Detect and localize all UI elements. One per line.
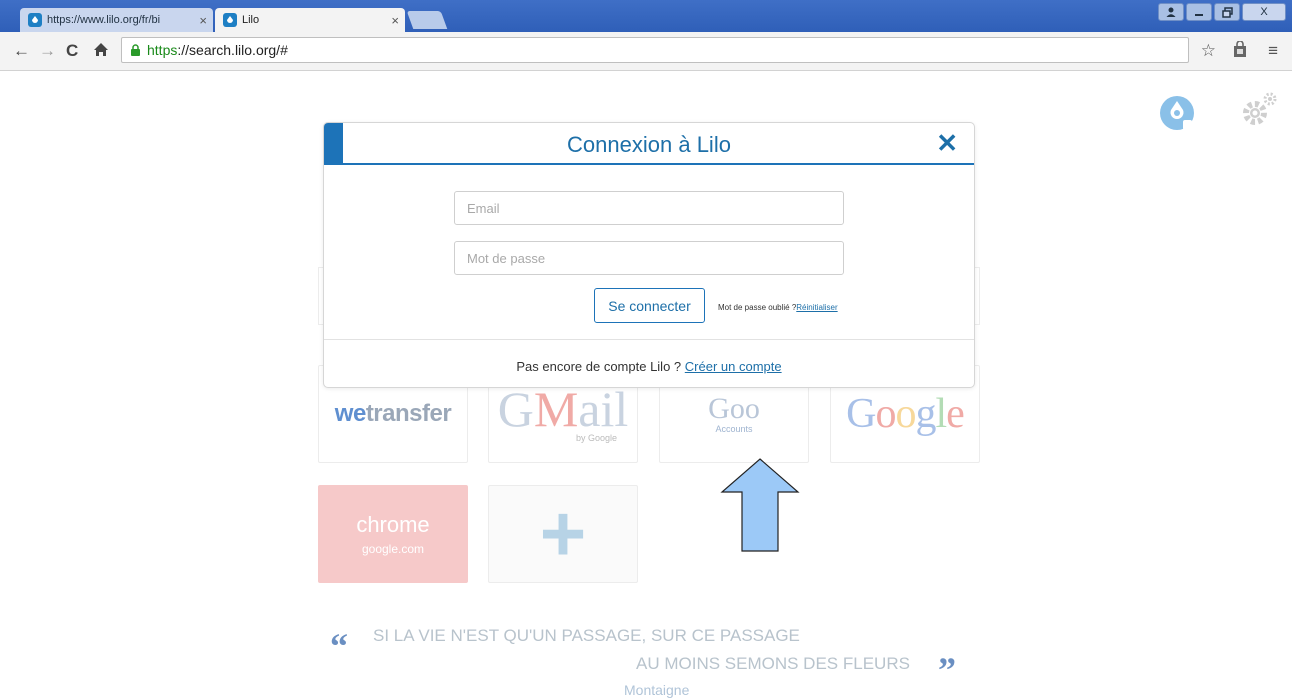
forgot-password-text: Mot de passe oublié ? (718, 303, 797, 312)
gmail-sub-label: by Google (575, 433, 617, 443)
add-tile-button[interactable]: + (488, 485, 638, 583)
google-logo-letter: g (915, 391, 937, 437)
new-tab-button[interactable] (406, 11, 448, 29)
lilo-favicon-icon (28, 13, 42, 27)
url-scheme: https (147, 42, 178, 58)
google-logo: Google (846, 390, 965, 438)
quote-line-2: AU MOINS SEMONS DES FLEURS (636, 654, 910, 673)
google-logo-letter: o (875, 391, 897, 437)
lilo-page: wetransfer GMail by Google Goo Accounts … (0, 71, 1292, 698)
reload-icon[interactable]: C (66, 41, 78, 61)
tab-close-icon[interactable]: × (199, 13, 207, 28)
annotation-up-arrow-icon (720, 458, 800, 552)
modal-divider (324, 339, 974, 340)
quote-author: Montaigne (624, 682, 690, 698)
modal-title: Connexion à Lilo (567, 132, 731, 157)
gmail-logo: GMail (497, 381, 629, 437)
window-controls: X (1158, 3, 1286, 21)
address-bar[interactable]: https://search.lilo.org/# (121, 37, 1189, 63)
tab-title: Lilo (242, 14, 260, 26)
close-window-button[interactable]: X (1242, 3, 1286, 21)
tab-lilo[interactable]: Lilo × (215, 8, 405, 32)
bookmark-star-icon[interactable]: ☆ (1201, 41, 1216, 61)
google-logo-letter: G (846, 391, 876, 437)
quote-line-1: SI LA VIE N'EST QU'UN PASSAGE, SUR CE PA… (373, 626, 800, 645)
browser-titlebar: https://www.lilo.org/fr/bi × Lilo × X (0, 0, 1292, 32)
minimize-icon[interactable] (1186, 3, 1212, 21)
quote-open-icon: “ (330, 626, 348, 666)
tab-lilo-website[interactable]: https://www.lilo.org/fr/bi × (20, 8, 213, 32)
tab-title: https://www.lilo.org/fr/bi (47, 14, 161, 26)
tile-chrome[interactable]: chrome google.com (318, 485, 468, 583)
create-account-link[interactable]: Créer un compte (685, 359, 782, 374)
lock-icon (131, 43, 140, 56)
chrome-tile-domain: google.com (361, 542, 425, 556)
extension-bag-icon[interactable] (1232, 40, 1248, 63)
google-accounts-logo: Goo (708, 392, 760, 425)
tab-close-icon[interactable]: × (391, 13, 399, 28)
restore-icon[interactable] (1214, 3, 1240, 21)
email-field[interactable] (454, 191, 844, 225)
google-logo-letter: l (935, 391, 948, 437)
password-field[interactable] (454, 241, 844, 275)
back-arrow-icon[interactable]: ← (13, 41, 30, 61)
reset-password-link[interactable]: Réinitialiser (796, 303, 837, 312)
forward-arrow-icon[interactable]: → (39, 41, 56, 61)
url-path: ://search.lilo.org/# (177, 42, 288, 58)
close-icon[interactable]: ✕ (936, 129, 958, 157)
home-icon[interactable] (93, 41, 109, 62)
settings-gear-icon[interactable] (1238, 91, 1280, 131)
plus-icon: + (539, 489, 587, 578)
user-profile-icon[interactable] (1158, 3, 1184, 21)
login-button[interactable]: Se connecter (594, 288, 705, 323)
lilo-favicon-icon (223, 13, 237, 27)
signup-text: Pas encore de compte Lilo ? (516, 359, 682, 374)
google-logo-letter: e (946, 391, 965, 437)
google-logo-letter: o (895, 391, 917, 437)
wetransfer-logo: wetransfer (334, 400, 452, 427)
chrome-tile-label: chrome (356, 512, 430, 537)
quote-close-icon: ” (938, 650, 956, 690)
modal-title-divider (324, 163, 974, 165)
browser-toolbar: ← → C https://search.lilo.org/# ☆ ≡ (0, 32, 1292, 71)
lilo-drops-counter-icon[interactable] (1159, 91, 1195, 133)
forgot-password: Mot de passe oublié ?Réinitialiser (718, 303, 838, 312)
login-modal: Connexion à Lilo ✕ Se connecter Mot de p… (323, 122, 975, 388)
daily-quote: “ SI LA VIE N'EST QU'UN PASSAGE, SUR CE … (330, 626, 990, 698)
menu-hamburger-icon[interactable]: ≡ (1268, 41, 1278, 61)
google-accounts-sub-label: Accounts (715, 424, 753, 434)
signup-prompt: Pas encore de compte Lilo ? Créer un com… (324, 359, 974, 374)
